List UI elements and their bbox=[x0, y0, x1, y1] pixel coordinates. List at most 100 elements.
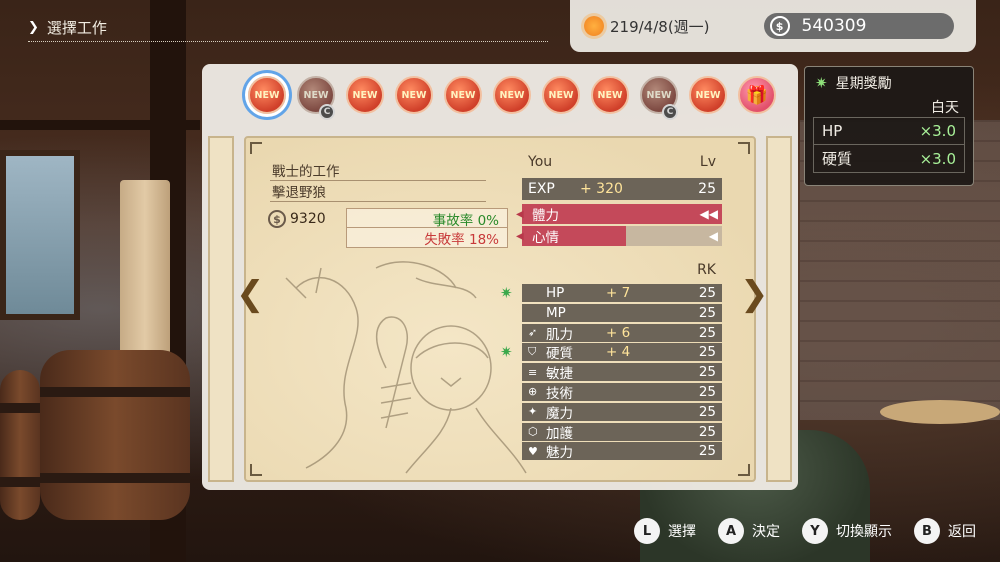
stat-label: 硬質 bbox=[546, 346, 573, 363]
stat-row: ≡ 敏捷 25 bbox=[522, 363, 722, 383]
controller-button-icon: Y bbox=[802, 518, 828, 544]
control-hint[interactable]: A 決定 bbox=[718, 518, 780, 544]
stat-label: MP bbox=[546, 304, 566, 321]
badge-rank-icon: C bbox=[319, 104, 335, 120]
bonus-stat-label: HP bbox=[822, 122, 843, 140]
exp-level: 25 bbox=[698, 181, 716, 197]
prev-card-edge bbox=[208, 136, 234, 482]
bonus-multiplier: ×3.0 bbox=[919, 122, 956, 140]
badge-rank-icon: C bbox=[662, 104, 678, 120]
stat-row: ⬡ 加護 25 bbox=[522, 422, 722, 442]
sun-icon bbox=[584, 16, 604, 36]
table-image bbox=[880, 400, 1000, 424]
info-panel: 219/4/8(週一) $ 540309 bbox=[570, 0, 976, 52]
control-hint[interactable]: L 選擇 bbox=[634, 518, 696, 544]
job-name: 擊退野狼 bbox=[270, 181, 486, 202]
stat-gain: + 7 bbox=[606, 285, 631, 301]
barrel-image bbox=[40, 350, 190, 520]
gift-icon[interactable]: 🎁 bbox=[738, 76, 776, 114]
stat-icon: ⊕ bbox=[528, 385, 538, 399]
stat-row: ✦ 魔力 25 bbox=[522, 402, 722, 422]
stat-rank: 25 bbox=[698, 383, 716, 400]
mood-indicator: ◀ bbox=[708, 229, 718, 243]
job-badge[interactable]: NEW bbox=[395, 76, 433, 114]
job-category: 戰士的工作 bbox=[270, 160, 486, 181]
job-badge[interactable]: NEW bbox=[542, 76, 580, 114]
stat-label: 魅力 bbox=[546, 445, 573, 462]
stamina-bar: ◀ 體力 ◀◀ bbox=[516, 204, 722, 224]
money-display: $ 540309 bbox=[763, 13, 954, 39]
bonus-star-icon: ✷ bbox=[500, 343, 513, 362]
weekly-bonus-panel: ✷ 星期獎勵 白天 HP ×3.0 硬質 ×3.0 bbox=[804, 66, 974, 186]
control-label: 選擇 bbox=[668, 524, 696, 540]
controls-bar: L 選擇 A 決定 Y 切換顯示 B 返回 bbox=[634, 518, 976, 544]
accident-rate: 事故率 0% bbox=[346, 208, 508, 229]
prev-arrow-icon[interactable]: ❮ bbox=[236, 274, 265, 314]
col-lv: Lv bbox=[699, 154, 716, 170]
next-arrow-icon[interactable]: ❯ bbox=[740, 274, 769, 314]
control-label: 決定 bbox=[752, 524, 780, 540]
stat-label: HP bbox=[546, 285, 565, 301]
job-badge[interactable]: NEW bbox=[591, 76, 629, 114]
stat-label: 敏捷 bbox=[546, 366, 573, 383]
barrel-image bbox=[0, 370, 40, 520]
stat-row: ➶ 肌力 + 6 25 bbox=[522, 323, 722, 343]
mood-label: 心情 bbox=[532, 230, 559, 246]
job-badge[interactable]: NEW bbox=[689, 76, 727, 114]
coin-icon: $ bbox=[769, 16, 790, 36]
next-card-edge bbox=[766, 136, 792, 482]
job-badge[interactable]: NEW bbox=[493, 76, 531, 114]
job-badge[interactable]: NEW bbox=[444, 76, 482, 114]
chevron-right-icon: ❯ bbox=[28, 20, 39, 35]
controller-button-icon: L bbox=[634, 518, 660, 544]
stat-row: MP 25 bbox=[522, 303, 722, 322]
window-image bbox=[0, 150, 80, 320]
control-hint[interactable]: B 返回 bbox=[914, 518, 976, 544]
job-rates: 事故率 0% 失敗率 18% bbox=[346, 208, 508, 248]
stat-rank: 25 bbox=[698, 423, 716, 440]
bonus-star-icon: ✷ bbox=[500, 284, 513, 302]
stat-rank: 25 bbox=[698, 364, 716, 381]
bonus-stat-label: 硬質 bbox=[822, 150, 853, 168]
exp-label: EXP bbox=[528, 181, 555, 197]
stat-icon: ➶ bbox=[528, 326, 538, 340]
exp-row: EXP + 320 25 bbox=[522, 178, 722, 200]
bonus-star-icon: ✷ bbox=[815, 74, 828, 92]
control-hint[interactable]: Y 切換顯示 bbox=[802, 518, 892, 544]
control-label: 切換顯示 bbox=[836, 524, 892, 540]
stat-row: ⊕ 技術 25 bbox=[522, 382, 722, 402]
date-text: 219/4/8(週一) bbox=[610, 17, 710, 36]
job-badge[interactable]: NEW C bbox=[297, 76, 335, 120]
money-amount: 540309 bbox=[801, 16, 867, 36]
job-badge[interactable]: NEW bbox=[346, 76, 384, 114]
coin-icon: $ bbox=[268, 210, 286, 228]
control-label: 返回 bbox=[948, 524, 976, 540]
col-you: You bbox=[528, 154, 553, 170]
stat-gain: + 4 bbox=[606, 344, 631, 361]
screen-title: 選擇工作 bbox=[46, 19, 107, 37]
stat-rank: 25 bbox=[698, 285, 716, 301]
reward-amount: 9320 bbox=[290, 211, 326, 227]
failure-rate: 失敗率 18% bbox=[346, 228, 508, 248]
job-reward: $ 9320 bbox=[268, 210, 326, 228]
exp-gain: + 320 bbox=[580, 181, 623, 197]
stat-icon: ≡ bbox=[528, 365, 538, 379]
stamina-indicator: ◀◀ bbox=[699, 207, 718, 221]
stat-row: ✷ HP + 7 25 bbox=[500, 284, 722, 302]
stats-panel: You Lv EXP + 320 25 ◀ 體力 ◀◀ ◀ 心情 ◀ RK ✷ H… bbox=[500, 154, 722, 462]
stat-rank: 25 bbox=[698, 324, 716, 341]
warrior-sketch-image bbox=[285, 261, 527, 474]
stat-label: 技術 bbox=[546, 385, 573, 402]
stat-rank: 25 bbox=[698, 304, 716, 321]
time-of-day: 白天 bbox=[931, 100, 959, 116]
stat-row: ♥ 魅力 25 bbox=[522, 442, 722, 462]
job-info: 戰士的工作 擊退野狼 bbox=[270, 160, 486, 202]
job-panel: NEW NEW C NEW NEW NEW NEW NEW NEW NEW C NEW 🎁 戰士的工作 … bbox=[202, 64, 798, 490]
bonus-row: HP ×3.0 bbox=[813, 117, 965, 145]
controller-button-icon: A bbox=[718, 518, 744, 544]
stamina-label: 體力 bbox=[532, 208, 559, 224]
stat-label: 肌力 bbox=[546, 326, 573, 343]
stat-icon: ♥ bbox=[528, 444, 538, 458]
job-badge[interactable]: NEW bbox=[248, 76, 286, 114]
job-badge[interactable]: NEW C bbox=[640, 76, 678, 120]
